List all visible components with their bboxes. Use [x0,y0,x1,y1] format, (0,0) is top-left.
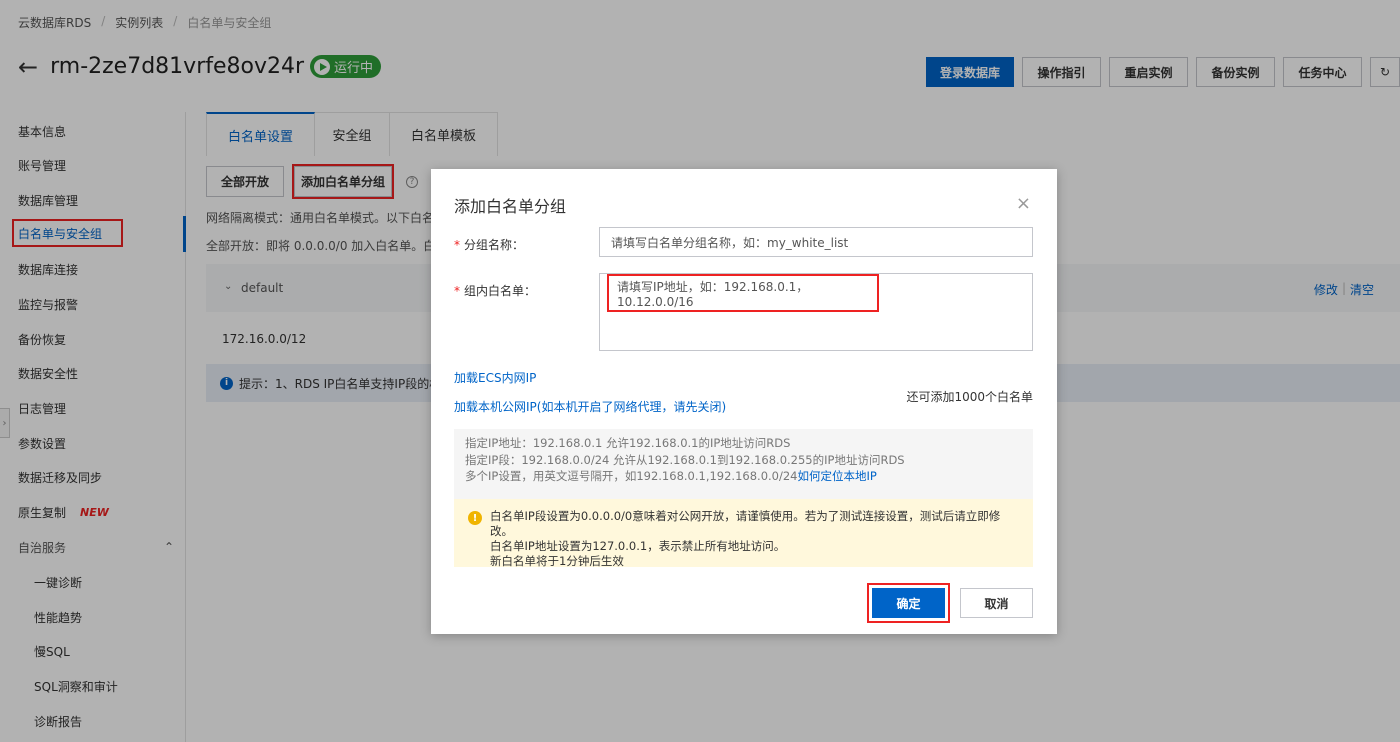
warning-line: 白名单IP段设置为0.0.0.0/0意味着对公网开放，请谨慎使用。若为了测试连接… [490,509,1001,538]
help-line: 指定IP地址：192.168.0.1 允许192.168.0.1的IP地址访问R… [465,436,791,450]
warning-line: 新白名单将于1分钟后生效 [490,554,624,568]
required-mark: * [454,284,460,298]
required-mark: * [454,238,460,252]
ip-list-label-text: 组内白名单： [464,284,537,298]
dialog-title: 添加白名单分组 [454,197,567,216]
warning-icon: ! [468,511,482,525]
ip-list-label: * 组内白名单： [454,282,536,299]
group-name-label-text: 分组名称： [464,238,525,252]
warning-line: 白名单IP地址设置为127.0.0.1，表示禁止所有地址访问。 [490,539,786,553]
help-line: 指定IP段：192.168.0.0/24 允许从192.168.0.1到192.… [465,452,905,467]
help-box: 指定IP地址：192.168.0.1 允许192.168.0.1的IP地址访问R… [454,429,1033,499]
help-line-text: 多个IP设置，用英文逗号隔开，如192.168.0.1,192.168.0.0/… [465,469,798,483]
load-public-ip-link[interactable]: 加载本机公网IP(如本机开启了网络代理，请先关闭) [454,398,726,415]
cancel-button[interactable]: 取消 [960,588,1033,618]
ok-highlight: 确定 [867,583,950,623]
help-line: 多个IP设置，用英文逗号隔开，如192.168.0.1,192.168.0.0/… [465,468,1022,485]
remaining-count: 还可添加1000个白名单 [906,390,1033,404]
warning-box: ! 白名单IP段设置为0.0.0.0/0意味着对公网开放，请谨慎使用。若为了测试… [454,499,1033,568]
locate-local-ip-link[interactable]: 如何定位本地IP [798,469,877,483]
confirm-button[interactable]: 确定 [872,588,945,618]
group-name-input[interactable]: 请填写白名单分组名称，如：my_white_list [599,227,1033,257]
add-whitelist-group-dialog: 添加白名单分组 × * 分组名称： 请填写白名单分组名称，如：my_white_l… [431,169,1057,634]
close-icon[interactable]: × [1016,193,1031,214]
load-ecs-ip-link[interactable]: 加载ECS内网IP [454,369,536,386]
ip-list-placeholder: 请填写IP地址，如：192.168.0.1，10.12.0.0/16 [607,274,879,312]
dialog-footer: 确定 取消 [867,583,1033,623]
group-name-label: * 分组名称： [454,236,524,253]
